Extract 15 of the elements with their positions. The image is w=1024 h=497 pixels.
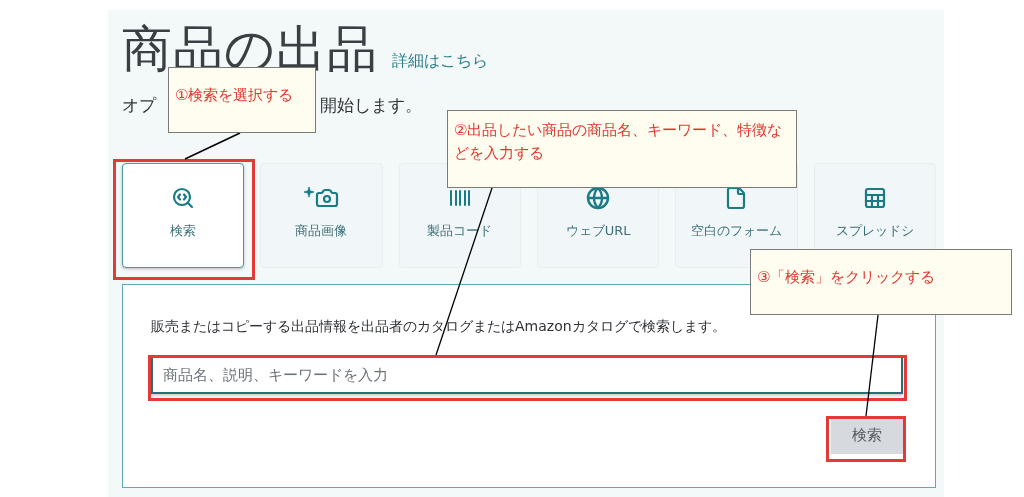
- search-icon: [171, 186, 196, 210]
- help-link[interactable]: 詳細はこちら: [392, 51, 488, 72]
- search-field[interactable]: 商品名、説明、キーワードを入力: [151, 356, 903, 394]
- subtitle-text: オプ: [122, 94, 156, 117]
- annotation-tooltip: ③「検索」をクリックする: [750, 249, 1012, 315]
- globe-icon: [586, 186, 611, 210]
- option-tile[interactable]: 商品画像: [260, 163, 383, 268]
- subtitle-text: 開始します。: [320, 94, 422, 117]
- table-icon: [862, 186, 887, 210]
- annotation-tooltip: ①検索を選択する: [168, 67, 316, 133]
- search-description: 販売またはコピーする出品情報を出品者のカタログまたはAmazonカタログで検索します。: [151, 318, 727, 336]
- option-tile[interactable]: 検索: [122, 163, 245, 268]
- annotation-tooltip: ②出品したい商品の商品名、キーワード、特徴などを入力する: [447, 110, 797, 188]
- leader-line: [184, 132, 241, 160]
- camera-sparkle-icon: [303, 186, 340, 210]
